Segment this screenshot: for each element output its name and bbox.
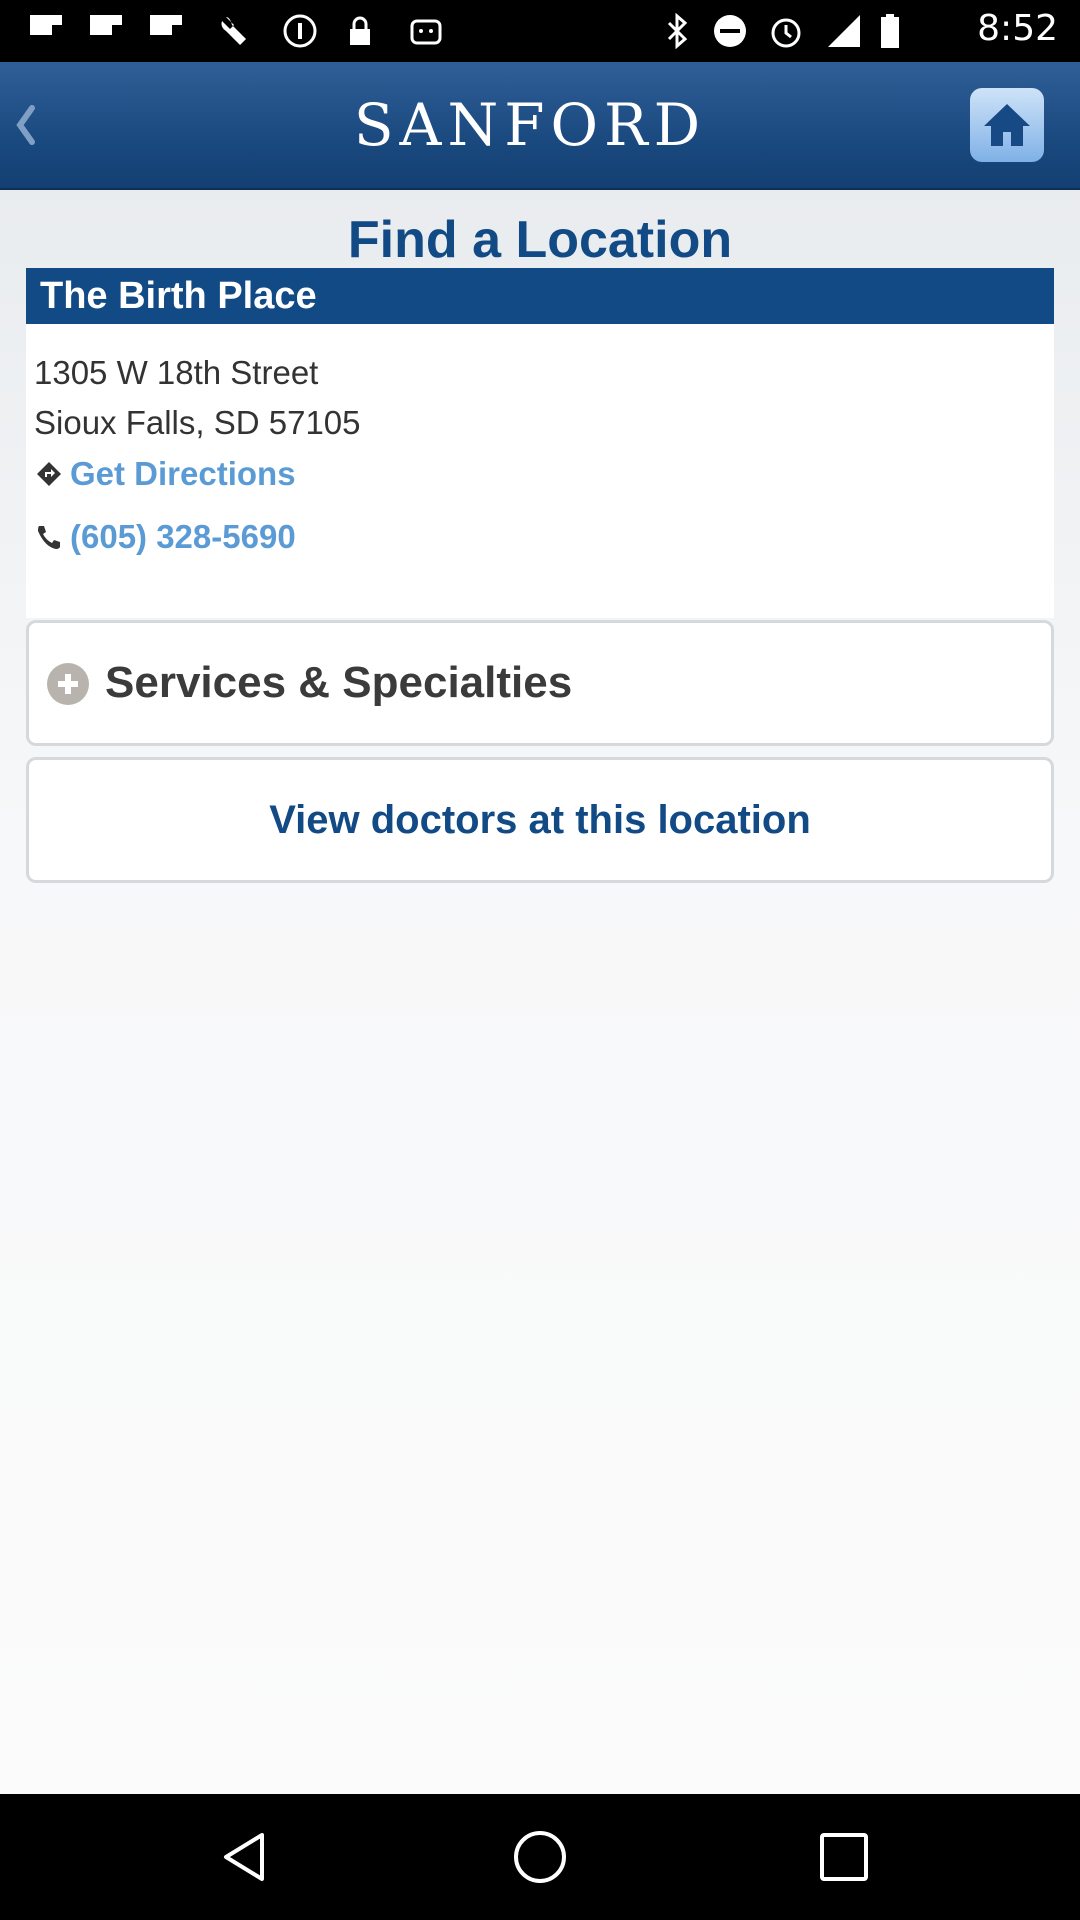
status-bar: 8:52 [0, 0, 1080, 62]
home-button[interactable] [970, 88, 1044, 162]
sanford-logo: SANFORD [353, 91, 707, 159]
flipboard-icon [26, 12, 66, 50]
phone-number: (605) 328-5690 [70, 518, 296, 555]
address-line-1: 1305 W 18th Street [34, 354, 319, 391]
flipboard-icon [146, 12, 186, 50]
phone-link[interactable]: (605) 328-5690 [34, 517, 296, 557]
plus-circle-icon [47, 663, 89, 705]
address-line-2: Sioux Falls, SD 57105 [34, 404, 361, 441]
view-doctors-button[interactable]: View doctors at this location [26, 757, 1054, 883]
navigation-bar [0, 1794, 1080, 1920]
lock-icon [340, 12, 380, 50]
get-directions-link[interactable]: Get Directions [34, 454, 296, 494]
alarm-icon [766, 12, 806, 50]
phone-icon [34, 522, 64, 552]
view-doctors-label: View doctors at this location [269, 798, 811, 842]
services-specialties-button[interactable]: Services & Specialties [26, 620, 1054, 746]
services-specialties-label: Services & Specialties [105, 658, 573, 707]
home-circle-icon[interactable] [510, 1827, 570, 1887]
location-card: The Birth Place 1305 W 18th Street Sioux… [26, 268, 1054, 618]
chevron-left-icon[interactable] [10, 100, 40, 150]
bluetooth-icon [660, 12, 696, 50]
battery-icon [876, 12, 904, 50]
status-time: 8:52 [977, 8, 1058, 49]
wrench-icon [216, 12, 256, 50]
android-icon [406, 12, 446, 50]
get-directions-label: Get Directions [70, 455, 296, 492]
location-name: The Birth Place [26, 268, 1054, 324]
home-icon [984, 104, 1030, 146]
info-icon [280, 12, 320, 50]
back-triangle-icon[interactable] [214, 1827, 274, 1887]
app-header: SANFORD [0, 62, 1080, 190]
content-area: Find a Location The Birth Place 1305 W 1… [0, 190, 1080, 1794]
recents-square-icon[interactable] [814, 1827, 874, 1887]
do-not-disturb-icon [710, 12, 750, 50]
flipboard-icon [86, 12, 126, 50]
signal-icon [824, 12, 864, 50]
directions-icon [34, 459, 64, 489]
